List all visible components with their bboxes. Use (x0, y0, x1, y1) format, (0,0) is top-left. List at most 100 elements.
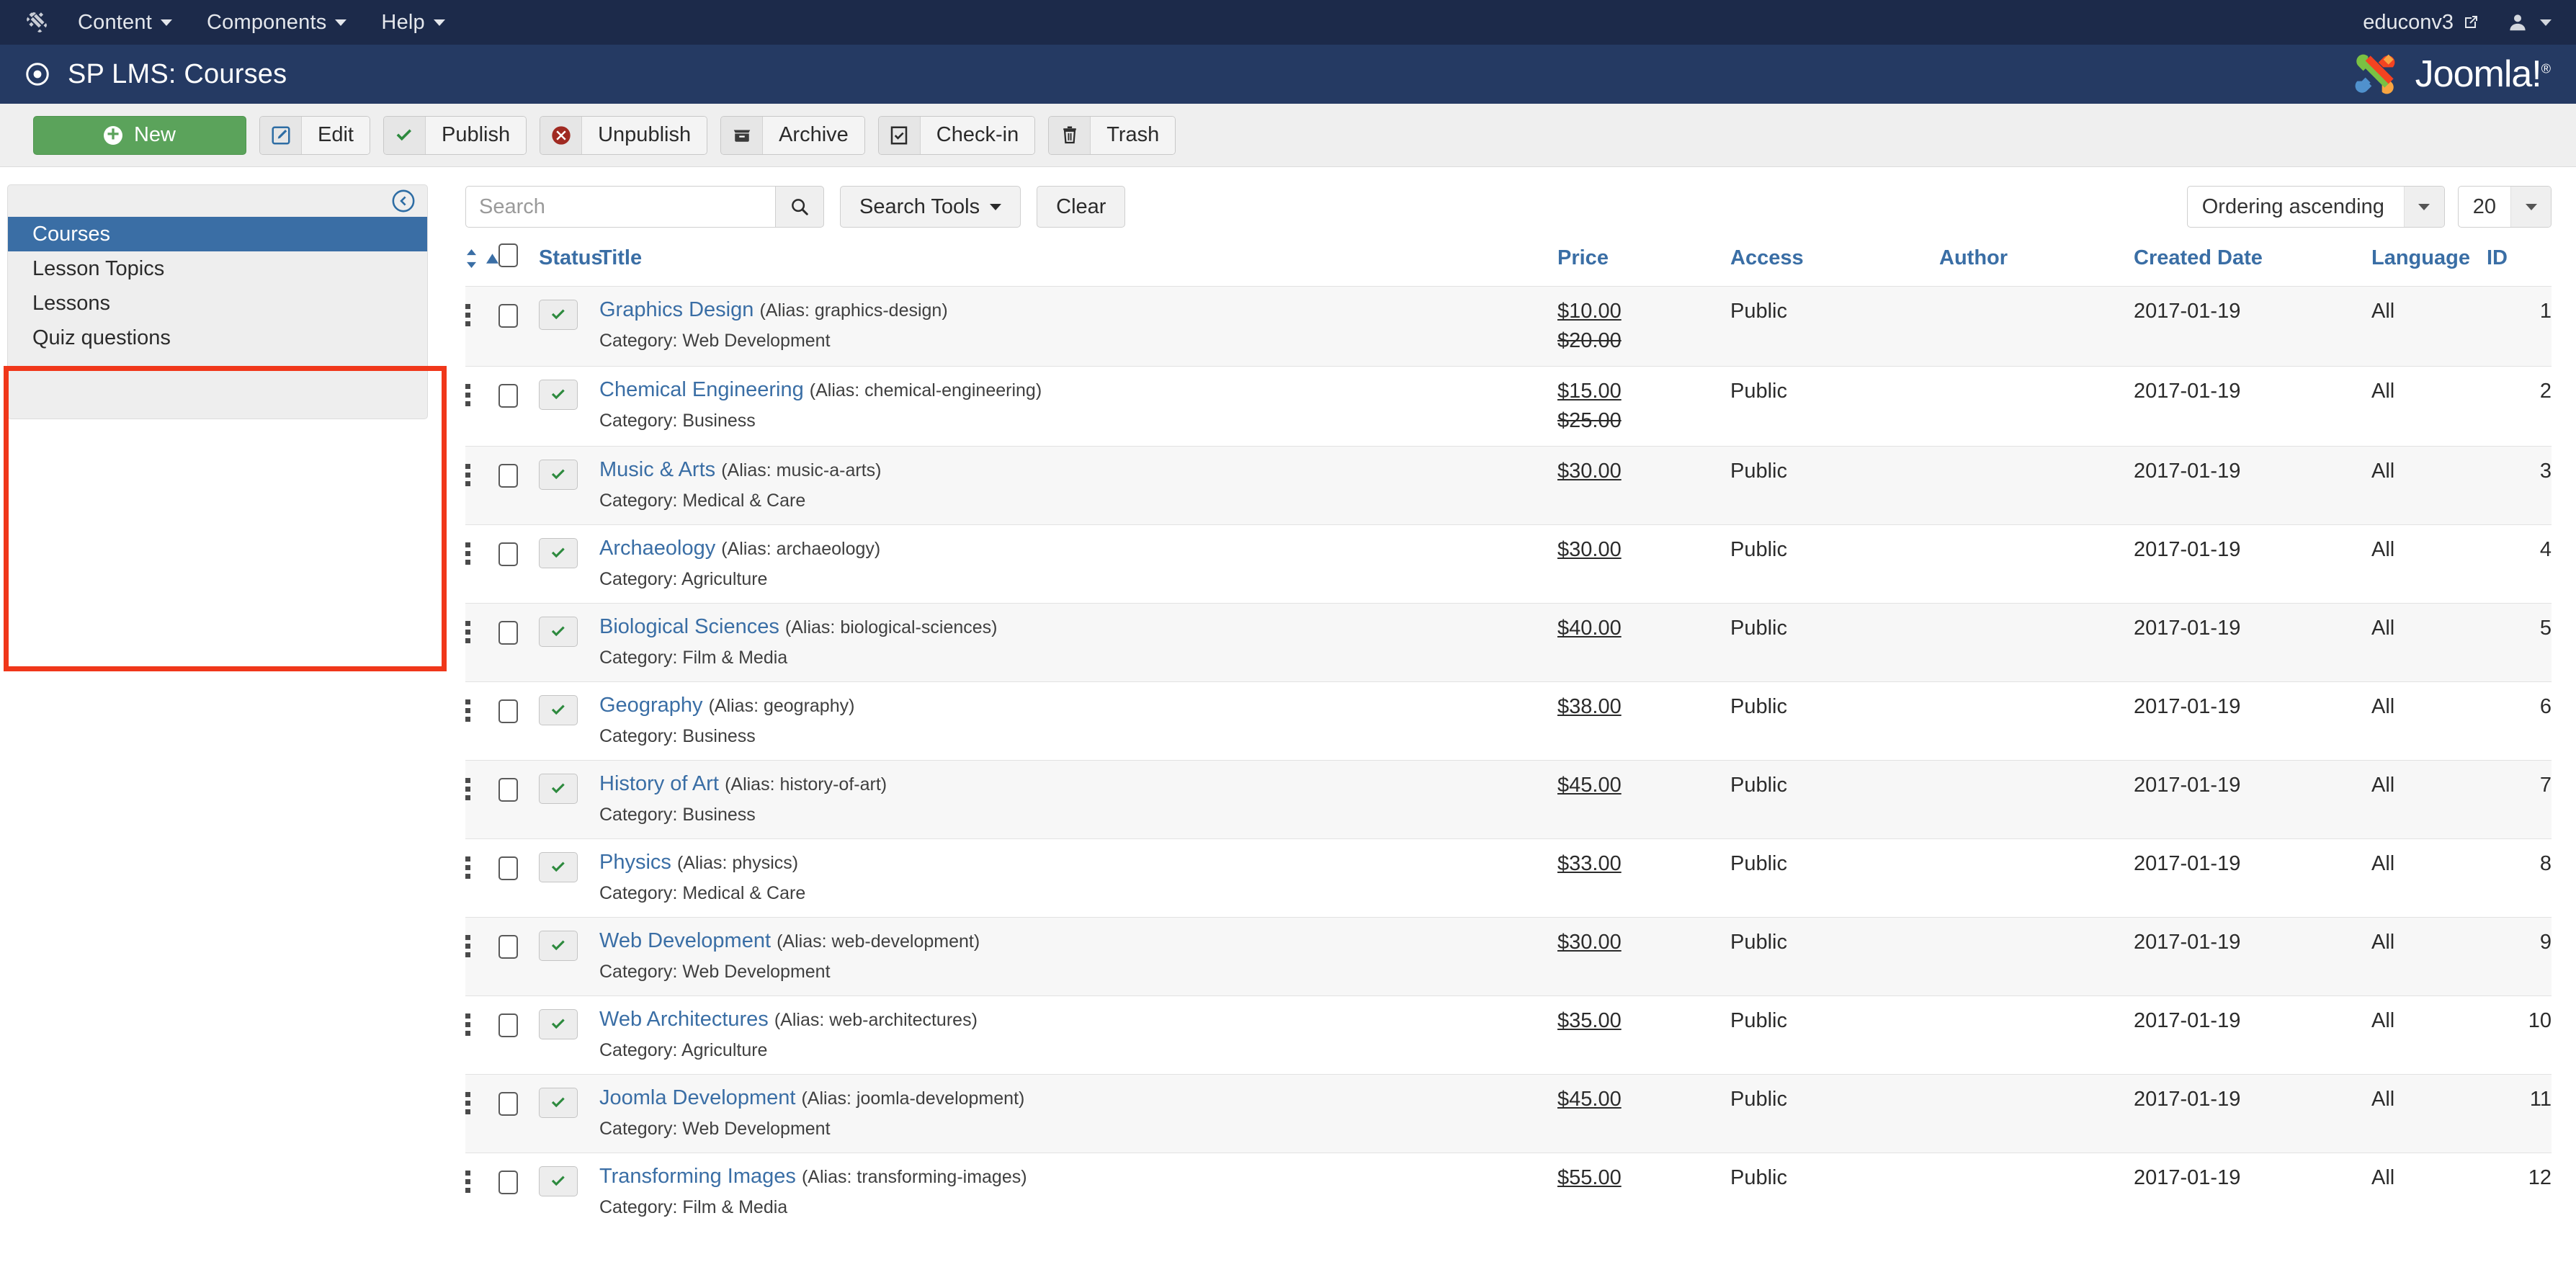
menu-item-help[interactable]: Help (381, 11, 445, 35)
trash-button[interactable]: Trash (1048, 115, 1176, 155)
row-checkbox[interactable] (498, 778, 518, 802)
row-checkbox[interactable] (498, 304, 518, 328)
row-checkbox[interactable] (498, 1013, 518, 1037)
row-status-cell (539, 447, 599, 525)
ordering-select[interactable]: Ordering ascending (2186, 186, 2445, 228)
course-title-link[interactable]: Archaeology (599, 537, 715, 560)
status-toggle-button[interactable] (539, 1009, 578, 1039)
course-category: Category: Agriculture (599, 1040, 768, 1060)
header-author[interactable]: Author (1939, 243, 2134, 287)
list-limit-select[interactable]: 20 (2457, 186, 2552, 228)
site-preview-link[interactable]: educonv3 (2363, 11, 2479, 35)
row-drag-handle[interactable] (465, 996, 498, 1075)
row-checkbox[interactable] (498, 1171, 518, 1194)
joomla-mark-icon[interactable] (24, 10, 49, 35)
status-toggle-button[interactable] (539, 617, 578, 647)
row-checkbox[interactable] (498, 621, 518, 645)
row-checkbox[interactable] (498, 856, 518, 880)
row-drag-handle[interactable] (465, 367, 498, 447)
status-toggle-button[interactable] (539, 460, 578, 490)
row-drag-handle[interactable] (465, 287, 498, 367)
row-drag-handle[interactable] (465, 918, 498, 996)
header-created-date[interactable]: Created Date (2134, 243, 2371, 287)
archive-box-icon (721, 116, 764, 154)
row-checkbox[interactable] (498, 384, 518, 408)
row-checkbox-cell (498, 918, 539, 996)
header-language[interactable]: Language (2371, 243, 2487, 287)
header-select-all[interactable] (498, 243, 539, 287)
row-drag-handle[interactable] (465, 447, 498, 525)
search-input[interactable] (465, 186, 775, 228)
row-price-cell: $40.00 (1557, 604, 1730, 682)
course-title-link[interactable]: Web Development (599, 929, 771, 952)
user-menu[interactable] (2507, 12, 2552, 33)
edit-button[interactable]: Edit (259, 115, 370, 155)
unpublish-button[interactable]: Unpublish (540, 115, 708, 155)
status-toggle-button[interactable] (539, 1166, 578, 1196)
check-icon (551, 626, 565, 637)
menu-item-components[interactable]: Components (207, 11, 347, 35)
row-checkbox[interactable] (498, 542, 518, 566)
course-title-link[interactable]: Graphics Design (599, 298, 753, 321)
course-title-link[interactable]: History of Art (599, 772, 719, 795)
course-title-link[interactable]: Web Architectures (599, 1008, 769, 1031)
target-circle-icon (26, 63, 49, 86)
row-drag-handle[interactable] (465, 525, 498, 604)
row-author-cell (1939, 682, 2134, 761)
sidebar-item-lesson-topics[interactable]: Lesson Topics (8, 251, 427, 286)
status-toggle-button[interactable] (539, 695, 578, 725)
status-toggle-button[interactable] (539, 931, 578, 961)
status-toggle-button[interactable] (539, 774, 578, 804)
sidebar-item-lessons[interactable]: Lessons (8, 286, 427, 321)
sidebar-menu: Courses Lesson Topics Lessons Quiz quest… (8, 217, 427, 355)
status-toggle-button[interactable] (539, 1088, 578, 1118)
sidebar-item-courses[interactable]: Courses (8, 217, 427, 251)
row-drag-handle[interactable] (465, 682, 498, 761)
course-title-link[interactable]: Biological Sciences (599, 615, 779, 638)
header-title[interactable]: Title (599, 243, 1557, 287)
header-ordering[interactable] (465, 243, 498, 287)
course-title-link[interactable]: Chemical Engineering (599, 378, 804, 401)
publish-button[interactable]: Publish (383, 115, 527, 155)
arrow-circle-left-icon[interactable] (391, 189, 416, 213)
row-id-cell: 5 (2539, 617, 2552, 640)
new-button[interactable]: + New (33, 115, 246, 155)
row-drag-handle[interactable] (465, 1153, 498, 1232)
course-alias: (Alias: chemical-engineering) (809, 380, 1042, 400)
check-in-button-label: Check-in (920, 116, 1035, 154)
row-checkbox[interactable] (498, 1092, 518, 1116)
row-drag-handle[interactable] (465, 1075, 498, 1153)
header-price[interactable]: Price (1557, 243, 1730, 287)
status-toggle-button[interactable] (539, 852, 578, 882)
search-submit-button[interactable] (775, 186, 824, 228)
course-title-link[interactable]: Joomla Development (599, 1086, 795, 1109)
select-all-checkbox[interactable] (498, 243, 518, 267)
course-title-link[interactable]: Transforming Images (599, 1165, 796, 1188)
row-drag-handle[interactable] (465, 604, 498, 682)
course-title-link[interactable]: Physics (599, 851, 671, 874)
clear-filters-button[interactable]: Clear (1037, 186, 1126, 228)
status-toggle-button[interactable] (539, 300, 578, 330)
header-access[interactable]: Access (1730, 243, 1939, 287)
row-status-cell (539, 918, 599, 996)
row-checkbox[interactable] (498, 464, 518, 488)
archive-button[interactable]: Archive (720, 115, 865, 155)
search-tools-button[interactable]: Search Tools (840, 186, 1021, 228)
row-drag-handle[interactable] (465, 761, 498, 839)
sidebar-item-quiz-questions[interactable]: Quiz questions (8, 321, 427, 355)
status-toggle-button[interactable] (539, 380, 578, 410)
check-in-button[interactable]: Check-in (877, 115, 1036, 155)
course-title-link[interactable]: Geography (599, 694, 703, 717)
course-title-link[interactable]: Music & Arts (599, 458, 715, 481)
menu-item-content[interactable]: Content (78, 11, 172, 35)
status-toggle-button[interactable] (539, 538, 578, 568)
checkbox-checked-icon (878, 116, 921, 154)
row-checkbox[interactable] (498, 935, 518, 959)
row-checkbox[interactable] (498, 699, 518, 723)
row-access-cell: Public (1730, 1088, 1787, 1111)
row-language-cell: All (2371, 1166, 2395, 1189)
header-id[interactable]: ID (2487, 243, 2552, 287)
row-checkbox-cell (498, 525, 539, 604)
row-drag-handle[interactable] (465, 839, 498, 918)
header-status[interactable]: Status (539, 243, 603, 287)
